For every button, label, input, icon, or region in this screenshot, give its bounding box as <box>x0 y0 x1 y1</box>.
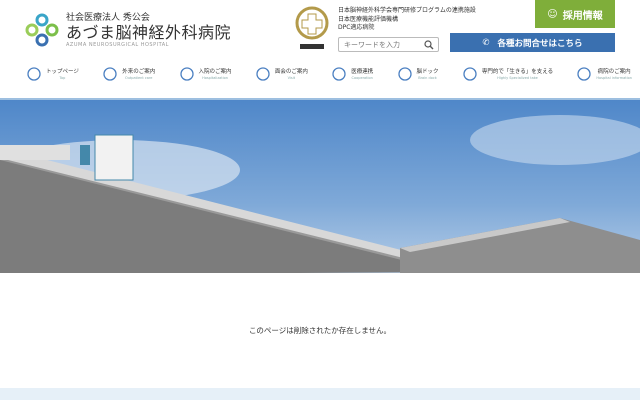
people-icon <box>463 67 477 81</box>
main-nav: トップページ Top 外来のご案内 Outpatient care 入院のご案内 Hosp… <box>26 66 632 82</box>
nav-label: 外来のご案内 <box>122 69 156 75</box>
nav-label: トップページ <box>46 69 79 75</box>
footer-band <box>0 388 640 400</box>
flower-icon <box>27 67 41 81</box>
contact-label: 各種お問合せはこちら <box>497 38 583 49</box>
search-box[interactable] <box>338 37 439 52</box>
nav-label-en: Hospitalization <box>202 76 229 80</box>
nav-item[interactable]: 病院のご案内 Hospital information <box>576 66 632 82</box>
hospital-name-en: AZUMA NEUROSURGICAL HOSPITAL <box>66 41 169 48</box>
hero-image <box>0 98 640 273</box>
nav-item[interactable]: 入院のご案内 Hospitalization <box>179 66 232 82</box>
certifications: 日本脳神経外科学会専門研修プログラムの連携施設 日本医療機能評価機構 DPC適応… <box>338 7 476 33</box>
nav-item[interactable]: トップページ Top <box>26 66 79 82</box>
nav-label: 病院のご案内 <box>597 69 631 75</box>
search-input[interactable] <box>344 40 424 49</box>
buildings-icon <box>332 67 346 81</box>
nav-label: 専門的で「生きる」を支える <box>481 69 554 75</box>
hospital-name: あづま脳神経外科病院 <box>66 22 232 42</box>
hospital-logo[interactable]: 社会医療法人 秀公会 あづま脳神経外科病院 AZUMA NEUROSURGICA… <box>24 12 231 48</box>
stethoscope-icon <box>103 67 117 81</box>
recruit-label: 採用情報 <box>562 10 603 22</box>
logo-mark-icon <box>25 13 59 47</box>
brain-icon <box>397 67 412 81</box>
nav-item[interactable]: 脳ドック Brain dock <box>397 66 439 82</box>
contact-button[interactable]: ✆ 各種お問合せはこちら <box>450 33 615 52</box>
nav-label-en: Highly Specialized take <box>497 76 538 80</box>
recruit-button[interactable]: ☺ 採用情報 <box>535 0 615 28</box>
cert-item: 日本脳神経外科学会専門研修プログラムの連携施設 <box>338 7 476 14</box>
accreditation-seal-icon <box>295 6 329 49</box>
nav-label: 面会のご案内 <box>274 69 308 75</box>
nav-item[interactable]: 専門的で「生きる」を支える Highly Specialized take <box>462 66 553 82</box>
hospital-building-photo <box>0 115 640 273</box>
nurse-icon: ☺ <box>547 8 558 20</box>
nav-label-en: Visit <box>287 76 296 80</box>
nav-label: 入院のご案内 <box>198 69 232 75</box>
not-found-message: このページは削除されたか存在しません。 <box>248 326 392 335</box>
visitor-icon <box>256 67 270 81</box>
nav-item[interactable]: 医療連携 Cooperation <box>331 66 373 82</box>
cert-item: 日本医療機能評価機構 <box>338 15 399 23</box>
nav-label-en: Cooperation <box>351 76 373 80</box>
nav-item[interactable]: 外来のご案内 Outpatient care <box>102 66 155 82</box>
search-icon[interactable] <box>424 40 434 50</box>
nav-item[interactable]: 面会のご案内 Visit <box>255 66 308 82</box>
phone-icon: ✆ <box>482 37 490 48</box>
flower-icon <box>577 67 592 81</box>
org-name: 社会医療法人 秀公会 <box>66 12 150 23</box>
nav-label-en: Hospital information <box>596 76 632 80</box>
nav-label: 脳ドック <box>416 69 439 75</box>
bed-icon <box>179 67 194 81</box>
nav-label-en: Brain dock <box>418 76 437 80</box>
cert-item: DPC適応病院 <box>338 24 375 31</box>
nav-label-en: Top <box>59 76 66 80</box>
nav-label-en: Outpatient care <box>124 76 153 80</box>
nav-label: 医療連携 <box>351 69 374 75</box>
